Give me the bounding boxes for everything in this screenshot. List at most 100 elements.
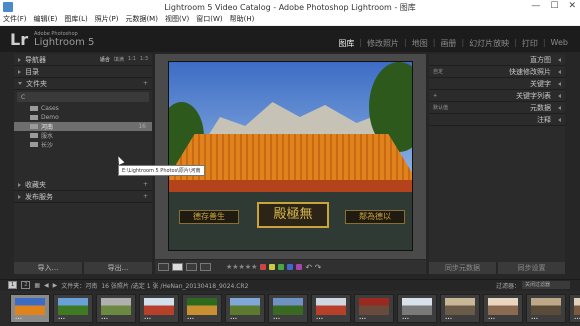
filmstrip-thumbnail[interactable]: ••• (96, 294, 136, 323)
module-print[interactable]: 打印 (518, 38, 542, 49)
filter-dropdown[interactable]: 关闭过滤器 (522, 281, 570, 289)
keyword-list-header[interactable]: + 关键字列表 (429, 90, 565, 102)
add-collection-icon[interactable]: + (143, 181, 148, 188)
metadata-preset[interactable]: 默认值 (433, 104, 448, 111)
folder-item-henan[interactable]: 河南 16 (14, 122, 152, 131)
filmstrip-thumbnail[interactable]: ••• (354, 294, 394, 323)
export-button[interactable]: 导出... (84, 262, 152, 274)
quick-develop-header[interactable]: 自定 快速修改照片 (429, 66, 565, 78)
module-develop[interactable]: 修改照片 (363, 38, 403, 49)
add-publish-icon[interactable]: + (143, 193, 148, 200)
catalog-header[interactable]: 目录 (14, 66, 152, 78)
filmstrip-thumbnail[interactable]: ••• (139, 294, 179, 323)
volume-header[interactable]: C (17, 92, 149, 102)
filmstrip-thumbnail[interactable]: ••• (182, 294, 222, 323)
filmstrip-thumbnail[interactable]: ••• (53, 294, 93, 323)
maximize-button[interactable]: ☐ (550, 1, 558, 11)
color-label-yellow[interactable] (269, 264, 276, 270)
folder-name: 河南 (41, 124, 54, 131)
folders-header[interactable]: 文件夹 + (14, 78, 152, 90)
zoom-1-3[interactable]: 1:3 (140, 56, 148, 63)
color-label-red[interactable] (260, 264, 267, 270)
menu-edit[interactable]: 编辑(E) (34, 14, 58, 25)
filmstrip-thumbnail[interactable]: ••• (483, 294, 523, 323)
photo-left-sign: 德存善生 (179, 210, 239, 224)
filmstrip-thumbnail[interactable]: ••• (440, 294, 480, 323)
folder-item-changsha[interactable]: 长沙 (14, 140, 152, 149)
sync-settings-button[interactable]: 同步设置 (498, 262, 565, 274)
main-monitor-button[interactable]: 1 (8, 281, 18, 289)
color-label-blue[interactable] (287, 264, 294, 270)
source-path[interactable]: 文件夹：河南 (61, 281, 97, 290)
module-book[interactable]: 画册 (436, 38, 460, 49)
rotate-icon[interactable]: ↶ ↷ (305, 263, 321, 272)
color-label-green[interactable] (278, 264, 285, 270)
thumbnail-rating-dots: ••• (144, 316, 152, 321)
menu-library[interactable]: 图库(L) (64, 14, 87, 25)
compare-view-button[interactable] (186, 263, 197, 271)
catalog-title: 目录 (25, 67, 39, 76)
zoom-fit[interactable]: 适合 (100, 56, 110, 63)
add-folder-icon[interactable]: + (143, 80, 148, 87)
minimize-button[interactable]: — (531, 1, 540, 11)
folder-item-cases[interactable]: Cases (14, 104, 152, 113)
thumbnail-rating-dots: ••• (187, 316, 195, 321)
keyword-list-title: 关键字列表 (516, 91, 551, 100)
close-button[interactable]: ✕ (568, 1, 576, 11)
rating-stars[interactable]: ★★★★★ (226, 263, 257, 271)
menu-view[interactable]: 视图(V) (165, 14, 189, 25)
menu-window[interactable]: 窗口(W) (196, 14, 222, 25)
collections-header[interactable]: 收藏夹 + (14, 179, 152, 191)
collapse-triangle-icon (18, 57, 21, 62)
folder-icon (30, 133, 38, 138)
color-label-purple[interactable] (296, 264, 303, 270)
window-title: Lightroom 5 Video Catalog - Adobe Photos… (164, 3, 416, 12)
folder-name: Demo (41, 114, 59, 121)
thumbnail-rating-dots: ••• (445, 316, 453, 321)
histogram-header[interactable]: 直方图 (429, 54, 565, 66)
menu-photo[interactable]: 照片(P) (95, 14, 119, 25)
filmstrip-thumbnail[interactable]: ••• (268, 294, 308, 323)
filmstrip-thumbnail[interactable]: ••• (397, 294, 437, 323)
folder-item-fushui[interactable]: 服水 (14, 131, 152, 140)
grid-icon[interactable]: ▦ (34, 282, 40, 289)
main-photo[interactable]: 殿極無 德存善生 鄰為德以 (168, 61, 413, 251)
module-slideshow[interactable]: 幻灯片放映 (465, 38, 513, 49)
filmstrip-thumbnail[interactable]: ••• (10, 294, 50, 323)
folder-item-demo[interactable]: Demo (14, 113, 152, 122)
import-button[interactable]: 导入... (14, 262, 82, 274)
module-web[interactable]: Web (547, 38, 572, 49)
metadata-header[interactable]: 默认值 元数据 (429, 102, 565, 114)
forward-arrow-icon[interactable]: ▶ (53, 282, 58, 289)
menu-metadata[interactable]: 元数据(M) (125, 14, 158, 25)
photo-plaque: 殿極無 (257, 202, 329, 228)
publish-header[interactable]: 发布服务 + (14, 191, 152, 203)
keywording-header[interactable]: 关键字 (429, 78, 565, 90)
thumbnail-image (273, 298, 303, 315)
expand-triangle-icon (558, 81, 561, 86)
module-library[interactable]: 图库 (334, 38, 358, 49)
grid-view-button[interactable] (158, 263, 169, 271)
module-map[interactable]: 地图 (408, 38, 432, 49)
back-arrow-icon[interactable]: ◀ (44, 282, 49, 289)
survey-view-button[interactable] (200, 263, 211, 271)
filmstrip-thumbnail[interactable]: ••• (526, 294, 566, 323)
filmstrip-thumbnail[interactable]: ••• (311, 294, 351, 323)
filmstrip-thumbnail[interactable]: ••• (225, 294, 265, 323)
second-monitor-button[interactable]: 2 (21, 281, 31, 289)
loupe-view-button[interactable] (172, 263, 183, 271)
lightroom-app: Lr Adobe Photoshop Lightroom 5 图库 | 修改照片 |… (0, 26, 580, 326)
menu-file[interactable]: 文件(F) (3, 14, 27, 25)
zoom-1-1[interactable]: 1:1 (128, 56, 136, 63)
thumbnail-image (488, 298, 518, 315)
folders-title: 文件夹 (26, 79, 47, 88)
folder-name: 长沙 (41, 142, 54, 149)
menu-help[interactable]: 帮助(H) (230, 14, 255, 25)
comments-header[interactable]: 注释 (429, 114, 565, 126)
zoom-fill[interactable]: 填满 (114, 56, 124, 63)
navigator-header[interactable]: 导航器 适合 填满 1:1 1:3 (14, 54, 152, 66)
add-keyword-icon[interactable]: + (433, 93, 437, 99)
quick-develop-preset[interactable]: 自定 (433, 68, 443, 75)
sync-metadata-button[interactable]: 同步元数据 (429, 262, 496, 274)
filmstrip-thumbnail[interactable]: ••• (569, 294, 580, 323)
